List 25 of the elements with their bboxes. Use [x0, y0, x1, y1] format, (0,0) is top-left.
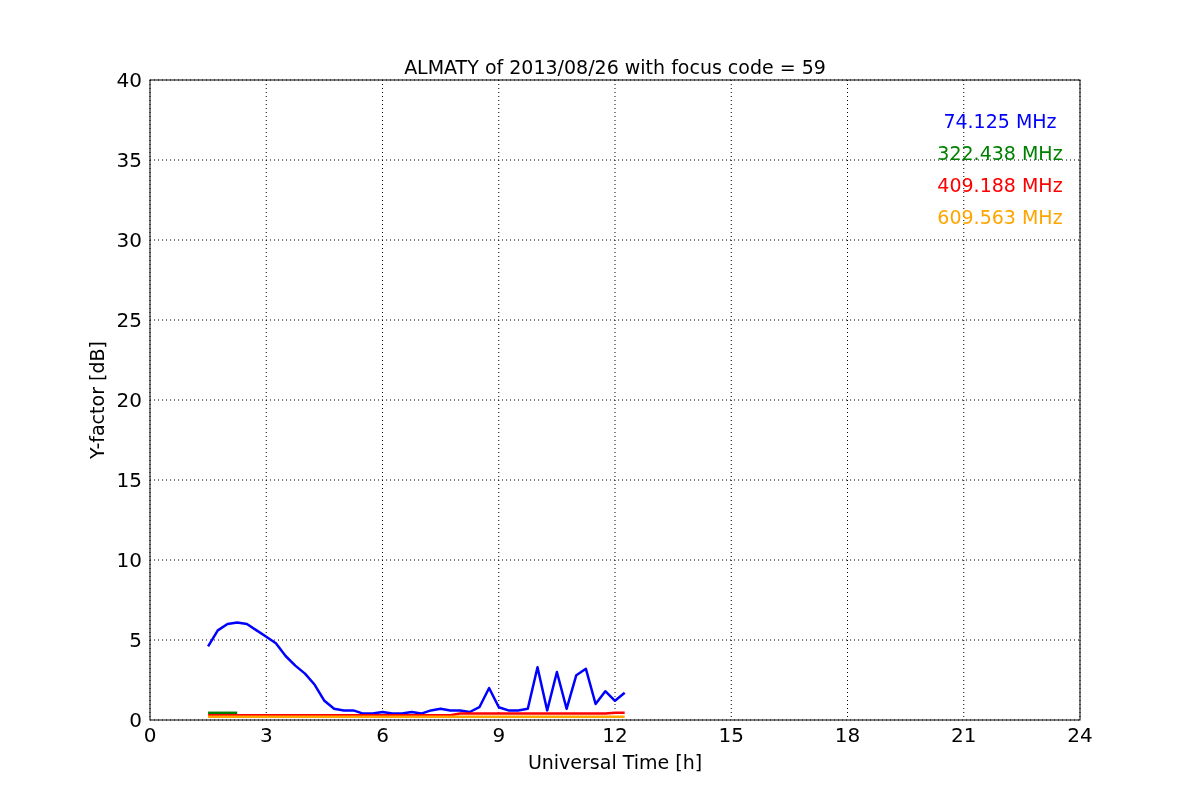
x-tick-label: 12 — [602, 723, 628, 747]
y-tick-label: 20 — [116, 388, 142, 412]
y-tick-label: 0 — [129, 708, 142, 732]
legend-label: 609.563 MHz — [937, 206, 1063, 228]
y-tick-label: 35 — [116, 148, 142, 172]
x-axis-label: Universal Time [h] — [527, 751, 703, 773]
legend-label: 409.188 MHz — [937, 174, 1063, 196]
legend-label: 74.125 MHz — [943, 110, 1057, 132]
y-tick-label: 40 — [116, 68, 142, 92]
x-tick-label: 24 — [1067, 723, 1093, 747]
y-tick-label: 15 — [116, 468, 142, 492]
chart-title: ALMATY of 2013/08/26 with focus code = 59 — [404, 56, 826, 78]
x-tick-label: 6 — [376, 723, 389, 747]
y-tick-label: 5 — [129, 628, 142, 652]
y-tick-label: 10 — [116, 548, 142, 572]
x-tick-label: 9 — [492, 723, 506, 747]
y-tick-label: 25 — [116, 308, 142, 332]
x-tick-label: 21 — [951, 723, 977, 747]
x-tick-label: 0 — [143, 723, 157, 747]
x-tick-label: 3 — [259, 723, 273, 747]
y-axis-label: Y-factor [dB] — [86, 341, 108, 459]
x-tick-label: 18 — [834, 723, 861, 747]
legend-label: 322.438 MHz — [937, 142, 1063, 164]
y-tick-label: 30 — [116, 228, 142, 252]
x-tick-label: 15 — [718, 723, 744, 747]
